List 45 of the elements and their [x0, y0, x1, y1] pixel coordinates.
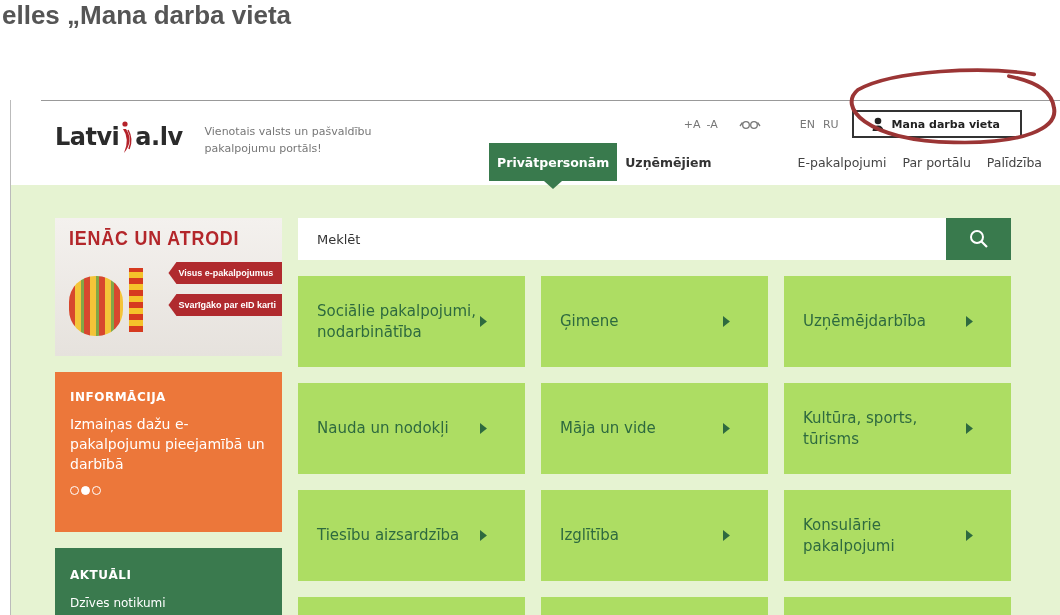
triangle-right-icon	[723, 530, 730, 541]
font-size-control[interactable]: -A	[703, 117, 721, 131]
tab-pointer-icon	[544, 181, 563, 189]
category-tile[interactable]: Izglītība	[541, 490, 768, 581]
category-tile[interactable]: Kultūra, sports, tūrisms	[784, 383, 1011, 474]
glasses-icon[interactable]	[738, 119, 761, 129]
news-link[interactable]: Dzīves notikumi	[70, 596, 267, 610]
search-field[interactable]: Meklēt	[298, 218, 946, 260]
triangle-right-icon	[966, 423, 973, 434]
triangle-right-icon	[480, 530, 487, 541]
language-link[interactable]: RU	[819, 117, 842, 131]
triangle-right-icon	[480, 423, 487, 434]
category-tile[interactable]: Konsulārie pakalpojumi	[784, 490, 1011, 581]
category-tile[interactable]: Uzņēmējdarbība	[784, 276, 1011, 367]
triangle-right-icon	[966, 530, 973, 541]
nav-tab[interactable]: Palīdzība	[978, 143, 1050, 181]
category-tile[interactable]: Nauda un nodokļi	[298, 383, 525, 474]
nav-tab[interactable]: E-pakalpojumi	[789, 143, 895, 181]
banner-button[interactable]: Visus e-pakalpojumus	[168, 262, 282, 284]
category-tile[interactable]: Tiesību aizsardzība	[298, 490, 525, 581]
category-tile[interactable]: Ģimene	[541, 276, 768, 367]
site-logo[interactable]: Latvi a.lv	[55, 121, 183, 155]
banner-title: IENĀC UN ATRODI	[69, 226, 241, 250]
banner-button[interactable]: Svarīgāko par eID karti	[168, 294, 282, 316]
workplace-button[interactable]: Mana darba vieta	[851, 110, 1022, 138]
search-icon	[968, 229, 989, 249]
font-size-control[interactable]: +A	[680, 117, 704, 131]
card-heading: INFORMĀCIJA	[70, 390, 167, 404]
triangle-right-icon	[966, 316, 973, 327]
search-button[interactable]	[946, 218, 1011, 260]
card-heading: AKTUĀLI	[70, 568, 133, 582]
page-heading: elles „Mana darba vieta	[2, 0, 293, 30]
banner[interactable]: IENĀC UN ATRODI Visus e-pakalpojumus Svarīgāko par eID karti	[55, 218, 282, 356]
triangle-right-icon	[723, 423, 730, 434]
language-link[interactable]: EN	[796, 117, 818, 131]
category-tile[interactable]: Sociālie pakalpojumi, nodarbinātība	[298, 276, 525, 367]
nav-tab[interactable]: Uzņēmējiem	[617, 143, 720, 181]
triangle-right-icon	[480, 316, 487, 327]
category-tile[interactable]: Māja un vide	[541, 383, 768, 474]
tagline: Vienotais valsts un pašvaldību pakalpojumu portāls!	[204, 124, 373, 157]
nav-tab[interactable]: Par portālu	[894, 143, 979, 181]
triangle-right-icon	[723, 316, 730, 327]
slide-dot[interactable]	[81, 486, 90, 495]
info-link[interactable]: Izmaiņas dažu e-pakalpojumu pieejamībā un darbībā	[70, 414, 267, 474]
person-icon	[871, 117, 884, 131]
